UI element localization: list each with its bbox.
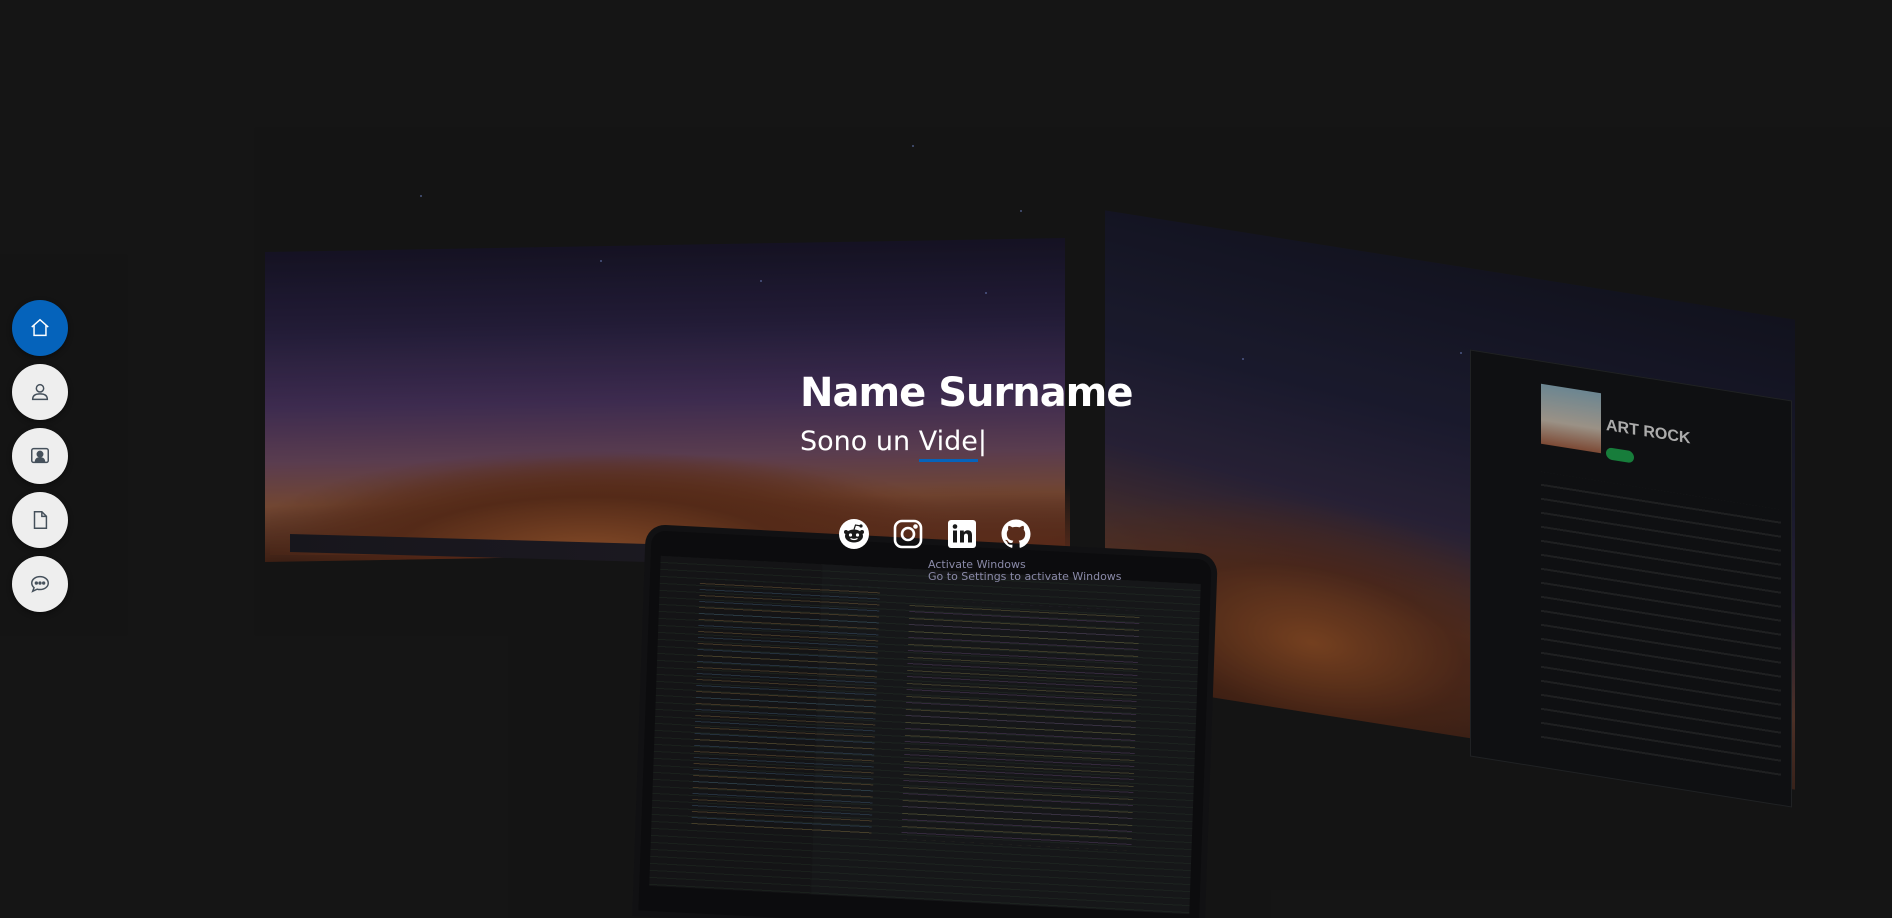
activate-sub: Go to Settings to activate Windows — [928, 570, 1122, 583]
instagram-icon — [893, 519, 923, 549]
typing-cursor: | — [977, 426, 987, 457]
activate-windows-watermark: Activate Windows Go to Settings to activ… — [928, 559, 1122, 583]
side-nav — [12, 300, 68, 612]
nav-portfolio-button[interactable] — [12, 428, 68, 484]
user-icon — [31, 383, 49, 401]
home-icon — [31, 318, 49, 337]
chat-icon — [31, 575, 49, 593]
instagram-link[interactable] — [892, 518, 924, 550]
reddit-icon — [839, 519, 869, 549]
hero-section: Name Surname Sono un Vide| — [800, 368, 1133, 462]
linkedin-icon — [948, 520, 976, 548]
nav-about-button[interactable] — [12, 364, 68, 420]
nav-home-button[interactable] — [12, 300, 68, 356]
portfolio-icon — [31, 447, 49, 464]
github-link[interactable] — [1000, 518, 1032, 550]
file-icon — [33, 511, 48, 529]
github-icon — [1001, 519, 1031, 548]
linkedin-link[interactable] — [946, 518, 978, 550]
social-links — [838, 518, 1032, 550]
subtitle-prefix: Sono un — [800, 426, 919, 457]
nav-resume-button[interactable] — [12, 492, 68, 548]
typed-text: Vide — [918, 426, 978, 462]
nav-contact-button[interactable] — [12, 556, 68, 612]
hero-name: Name Surname — [800, 370, 1133, 416]
hero-subtitle: Sono un Vide| — [800, 424, 1133, 462]
reddit-link[interactable] — [838, 518, 870, 550]
